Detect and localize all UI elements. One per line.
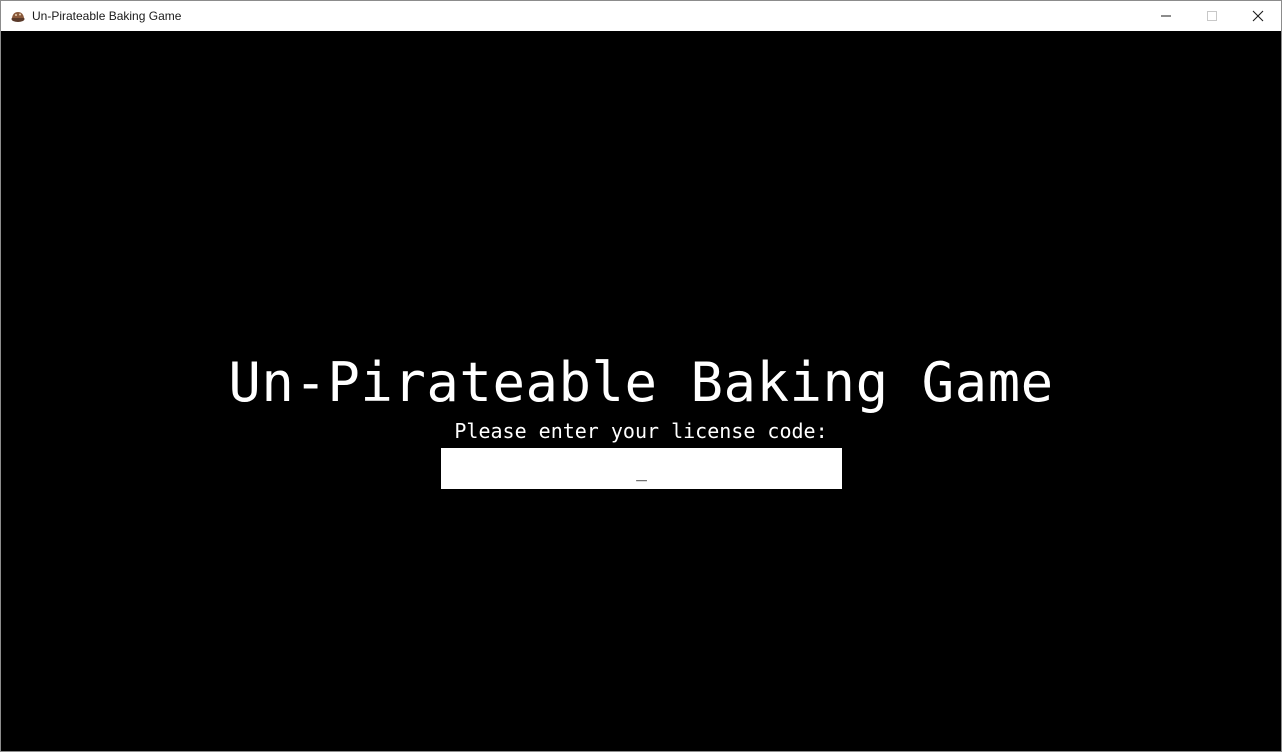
title-bar[interactable]: Un-Pirateable Baking Game (1, 1, 1281, 31)
license-code-input[interactable]: _ (441, 448, 842, 489)
game-title: Un-Pirateable Baking Game (228, 351, 1054, 414)
app-window: Un-Pirateable Baking Game Un-Pirateable … (0, 0, 1282, 752)
window-controls (1143, 1, 1281, 31)
game-canvas[interactable]: Un-Pirateable Baking Game Please enter y… (1, 31, 1281, 751)
close-icon (1252, 10, 1264, 22)
maximize-button[interactable] (1189, 1, 1235, 31)
window-title: Un-Pirateable Baking Game (32, 9, 182, 23)
minimize-button[interactable] (1143, 1, 1189, 31)
text-cursor: _ (636, 461, 647, 482)
minimize-icon (1161, 15, 1171, 17)
license-prompt: Please enter your license code: (454, 419, 828, 443)
baking-game-icon (10, 8, 26, 24)
maximize-icon (1207, 11, 1217, 21)
close-button[interactable] (1235, 1, 1281, 31)
